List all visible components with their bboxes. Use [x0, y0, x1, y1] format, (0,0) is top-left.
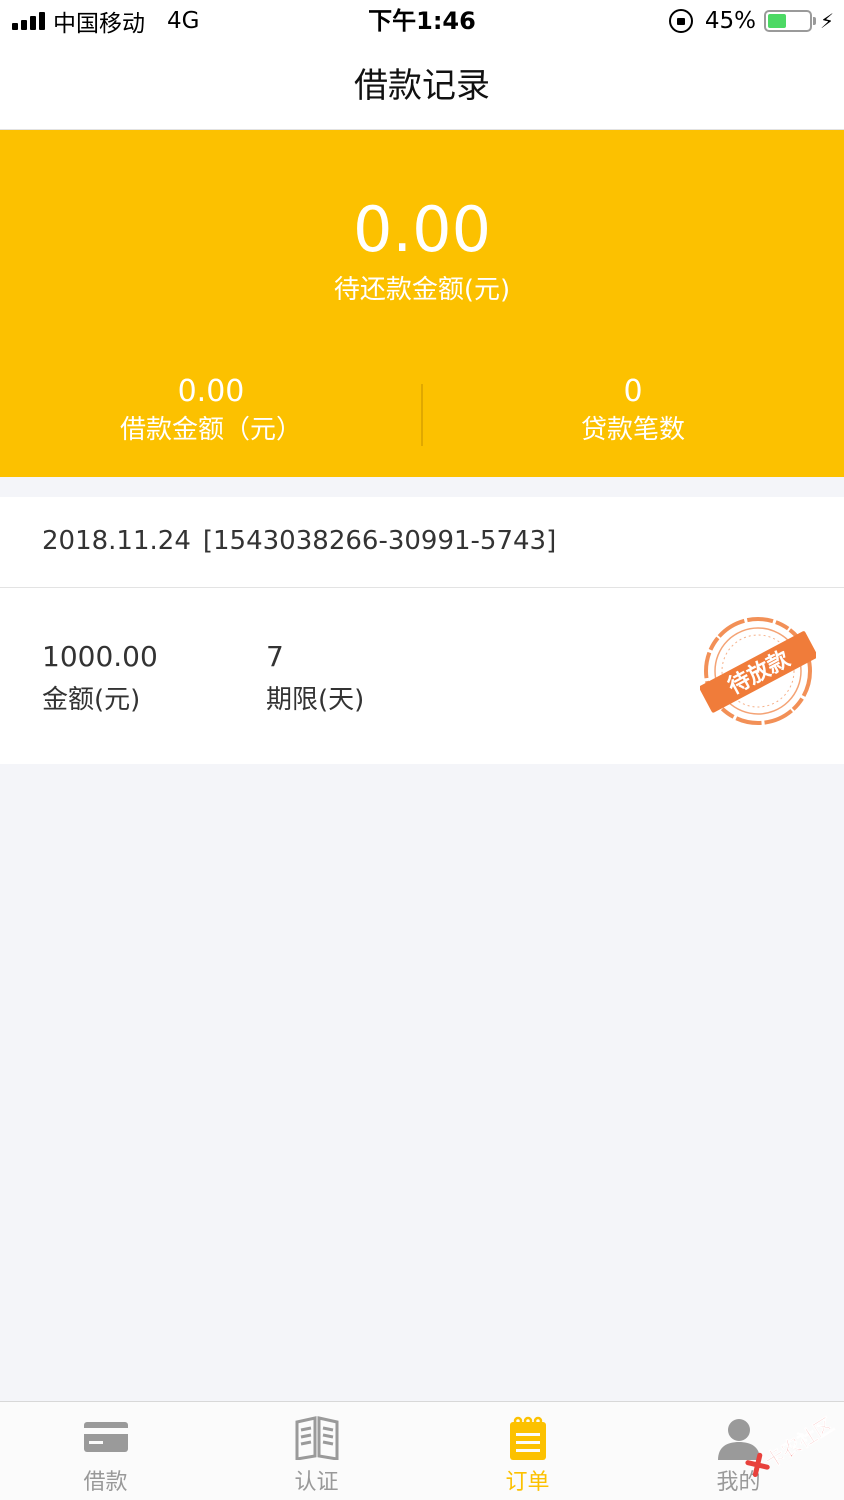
page-title: 借款记录 — [354, 66, 490, 106]
pending-repayment-amount: 0.00 — [352, 193, 492, 266]
order-date-line: 2018.11.24 [1543038266-30991-5743] — [42, 523, 556, 559]
nav-bar: 借款记录 — [0, 42, 844, 130]
order-amount-label: 金额(元) — [42, 685, 141, 715]
order-amount-value: 1000.00 — [42, 640, 158, 673]
order-id: [1543038266-30991-5743] — [202, 526, 557, 556]
loan-count-label: 贷款笔数 — [580, 415, 685, 445]
tab-verify[interactable]: 认证 — [211, 1402, 422, 1500]
tab-orders-label: 订单 — [505, 1470, 550, 1495]
notepad-icon — [510, 1416, 546, 1460]
card-icon — [84, 1422, 128, 1452]
status-right: 45% ⚡ — [668, 6, 834, 36]
stamp-text: 待放款 — [724, 645, 795, 699]
tab-verify-label: 认证 — [294, 1470, 339, 1495]
tab-loan-label: 借款 — [83, 1470, 128, 1495]
loan-amount-label: 借款金额（元） — [119, 415, 302, 445]
status-bar: 中国移动 4G 下午1:46 45% ⚡ — [0, 0, 844, 42]
order-header: 2018.11.24 [1543038266-30991-5743] — [0, 497, 844, 588]
orientation-lock-icon — [668, 9, 693, 33]
tab-loan[interactable]: 借款 — [0, 1402, 211, 1500]
pending-repayment-label: 待还款金额(元) — [333, 275, 511, 305]
order-date: 2018.11.24 — [42, 526, 191, 556]
order-term-field: 7 期限(天) — [266, 637, 364, 719]
order-term-value: 7 — [266, 640, 284, 673]
order-card[interactable]: 2018.11.24 [1543038266-30991-5743] 1000.0… — [0, 497, 844, 764]
battery-percent: 45% — [704, 8, 756, 34]
tab-bar: 借款 认证 订单 我的 — [0, 1401, 844, 1500]
svg-text:卡农社区: 卡农社区 — [761, 1413, 838, 1473]
order-term-label: 期限(天) — [266, 685, 365, 715]
battery-icon — [763, 10, 816, 32]
loan-count-stat: 0 贷款笔数 — [422, 372, 844, 448]
loan-amount-value: 0.00 — [177, 374, 245, 409]
order-amount-field: 1000.00 金额(元) — [42, 637, 158, 719]
loan-count-value: 0 — [623, 374, 643, 409]
loan-amount-stat: 0.00 借款金额（元） — [0, 372, 422, 448]
pending-disbursement-stamp: 待放款 — [700, 617, 816, 725]
kanong-watermark-logo: 卡农社区 — [745, 1413, 838, 1478]
book-icon — [295, 1416, 339, 1460]
summary-panel: 0.00 待还款金额(元) 0.00 借款金额（元） 0 贷款笔数 — [0, 130, 844, 477]
charging-icon: ⚡ — [819, 9, 834, 33]
tab-orders[interactable]: 订单 — [422, 1402, 633, 1500]
